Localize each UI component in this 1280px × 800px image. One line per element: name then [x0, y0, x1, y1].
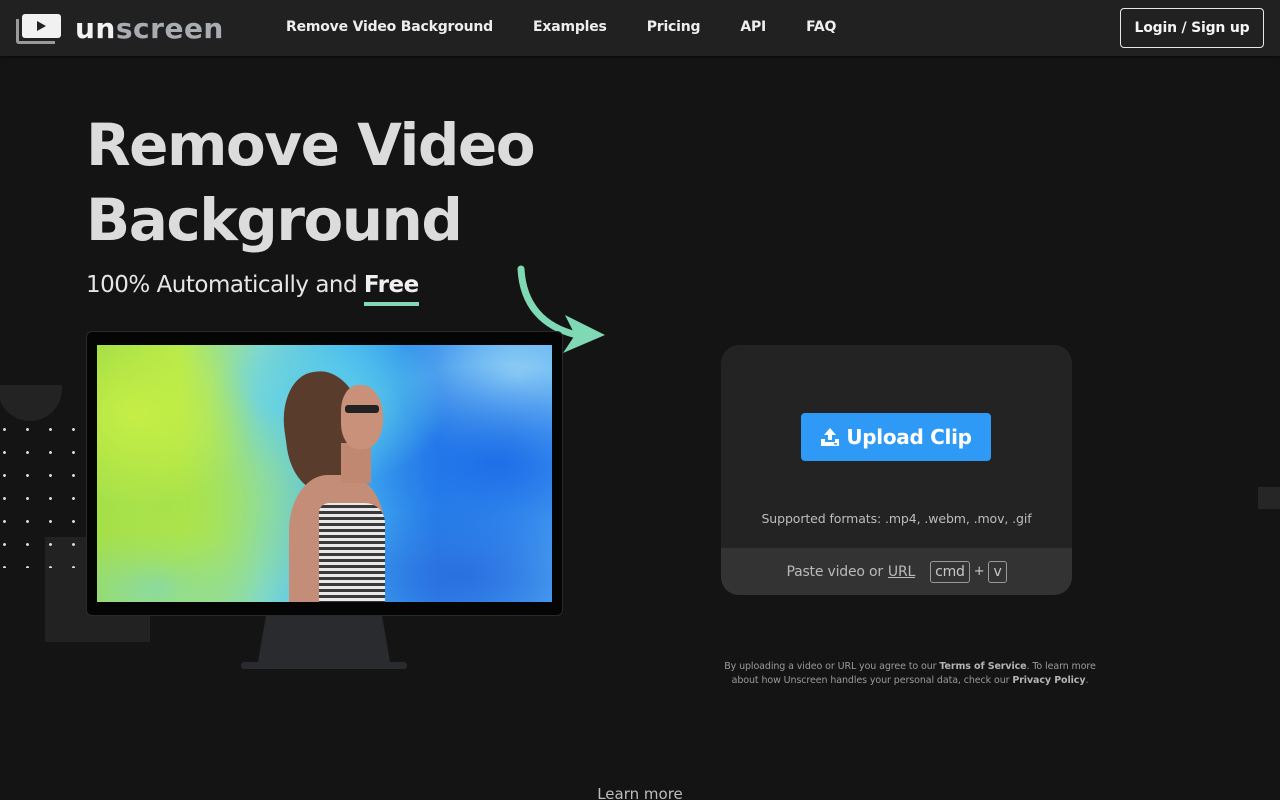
hero-title: Remove Video Background: [86, 108, 646, 258]
nav-api[interactable]: API: [740, 19, 766, 35]
learn-more-link[interactable]: Learn more: [0, 785, 1280, 800]
kbd-v: v: [988, 560, 1007, 583]
demo-video-preview: [97, 345, 552, 602]
paste-url-link[interactable]: URL: [888, 564, 915, 580]
video-stack-logo-icon: [16, 13, 62, 45]
legal-text-1: By uploading a video or URL you agree to…: [724, 661, 940, 672]
login-signup-button[interactable]: Login / Sign up: [1120, 8, 1264, 48]
legal-text-3: .: [1085, 675, 1089, 686]
monitor-stand-base: [241, 662, 407, 669]
hero-title-line2: Background: [86, 186, 463, 254]
monitor-stand: [258, 616, 390, 662]
logo-wordmark: unscreen: [75, 12, 224, 45]
nav-faq[interactable]: FAQ: [806, 19, 836, 35]
nav-pricing[interactable]: Pricing: [647, 19, 701, 35]
paste-text: Paste video or: [786, 563, 883, 580]
decorative-half-circle: [0, 385, 62, 421]
terms-of-service-link[interactable]: Terms of Service: [939, 661, 1026, 672]
decorative-square-right: [1258, 487, 1280, 509]
upload-clip-button[interactable]: Upload Clip: [801, 413, 991, 461]
upload-clip-label: Upload Clip: [846, 425, 972, 449]
kbd-plus: +: [973, 564, 985, 579]
hero-title-line1: Remove Video: [86, 111, 536, 179]
nav-remove-video-background[interactable]: Remove Video Background: [286, 19, 493, 35]
demo-person-image: [275, 365, 425, 602]
unscreen-logo[interactable]: unscreen: [16, 13, 224, 45]
nav-examples[interactable]: Examples: [533, 19, 607, 35]
privacy-policy-link[interactable]: Privacy Policy: [1012, 675, 1085, 686]
upload-icon: [821, 428, 840, 446]
paste-video-bar[interactable]: Paste video or URL cmd + v: [721, 548, 1072, 595]
legal-notice: By uploading a video or URL you agree to…: [712, 660, 1108, 688]
subtitle-free-emphasis: Free: [363, 272, 419, 306]
main-nav: Remove Video Background Examples Pricing…: [286, 19, 876, 35]
decorative-dot-grid: [0, 418, 90, 568]
top-navbar: unscreen Remove Video Background Example…: [0, 0, 1280, 56]
supported-formats: Supported formats: .mp4, .webm, .mov, .g…: [761, 511, 1032, 526]
upload-dropzone[interactable]: Upload Clip Supported formats: .mp4, .we…: [721, 345, 1072, 595]
demo-monitor: [86, 331, 563, 616]
hero-subtitle: 100% Automatically and Free: [86, 272, 419, 306]
subtitle-text: 100% Automatically and: [86, 272, 364, 298]
kbd-cmd: cmd: [930, 560, 970, 583]
